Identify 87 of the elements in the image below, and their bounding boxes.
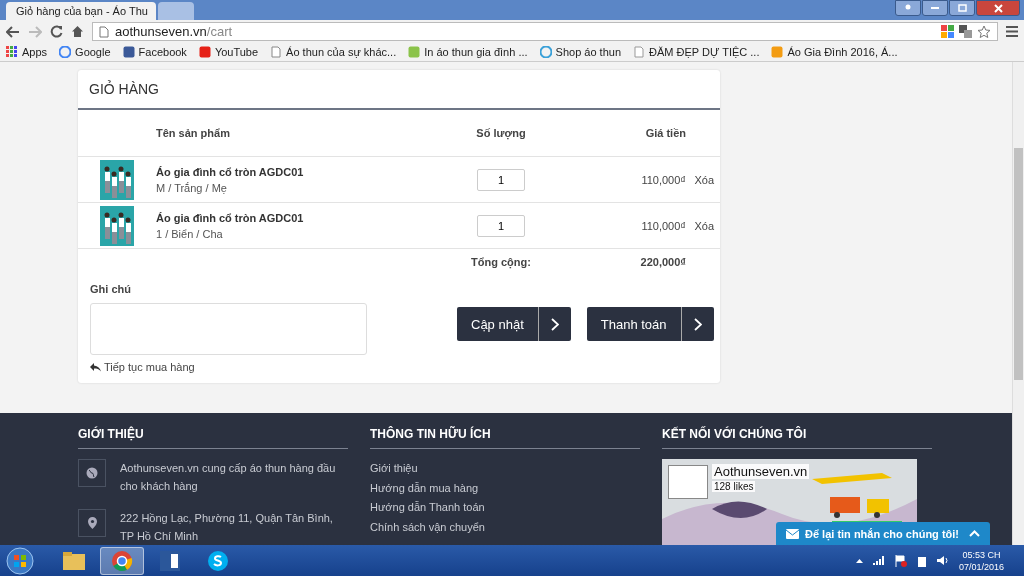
footer-heading: KẾT NỐI VỚI CHÚNG TÔI xyxy=(662,427,932,449)
bookmark-link[interactable]: ĐĂM ĐẸP DỰ TIỆC ... xyxy=(633,46,760,58)
product-name[interactable]: Áo gia đình cổ tròn AGDC01 xyxy=(156,165,426,178)
menu-icon[interactable] xyxy=(1006,26,1018,37)
globe-icon xyxy=(78,459,106,487)
column-header: Giá tiền xyxy=(644,127,686,139)
chrome-icon xyxy=(111,549,133,572)
cart-title: GIỎ HÀNG xyxy=(78,70,720,110)
scrollbar[interactable] xyxy=(1012,62,1024,545)
home-icon[interactable] xyxy=(71,25,84,38)
chevron-up-icon[interactable] xyxy=(855,558,863,563)
apps-grid-icon xyxy=(6,46,18,58)
speaker-icon[interactable] xyxy=(936,555,949,566)
bookmark-link[interactable]: Google xyxy=(59,46,111,58)
footer-link[interactable]: Chính sách vận chuyển xyxy=(370,517,640,537)
reload-icon[interactable] xyxy=(50,25,63,38)
start-orb-icon[interactable] xyxy=(6,546,34,575)
page-icon xyxy=(771,46,784,58)
browser-tab[interactable]: Giỏ hàng của bạn - Áo Thu xyxy=(6,2,156,20)
price: 110,000₫ xyxy=(640,219,686,232)
quantity-field[interactable]: 1 xyxy=(477,168,525,191)
flag-icon[interactable] xyxy=(894,554,907,567)
remove-link[interactable]: Xóa xyxy=(694,219,714,232)
bookmark-link[interactable]: YouTube xyxy=(198,46,259,58)
folder-icon xyxy=(62,550,86,571)
location-pin-icon xyxy=(78,509,106,537)
envelope-icon xyxy=(786,528,799,539)
likes-count: 128 likes xyxy=(712,481,756,492)
reply-arrow-icon xyxy=(90,362,101,372)
document-icon xyxy=(159,549,181,572)
product-thumbnail xyxy=(100,205,134,246)
address-bar[interactable]: aothunseven.vn/cart xyxy=(92,22,998,41)
footer-link[interactable]: Hướng dẫn Thanh toán xyxy=(370,498,640,518)
checkout-button[interactable]: Thanh toán xyxy=(586,307,714,341)
star-icon[interactable] xyxy=(977,24,991,39)
footer-heading: THÔNG TIN HỮU ÍCH xyxy=(370,427,640,449)
chevron-up-icon xyxy=(969,530,980,537)
page-name[interactable]: Aothunseven.vn xyxy=(712,464,810,479)
remove-link[interactable]: Xóa xyxy=(694,173,714,186)
bookmark-link[interactable]: Áo thun của sự khác... xyxy=(270,46,397,58)
footer-heading: GIỚI THIỆU xyxy=(78,427,348,449)
quantity-field[interactable]: 1 xyxy=(477,214,525,237)
translate-icon[interactable] xyxy=(959,24,972,38)
signal-icon[interactable] xyxy=(872,556,885,565)
page-icon xyxy=(408,46,421,58)
update-button[interactable]: Cập nhật xyxy=(457,307,571,341)
product-variant: M / Trắng / Mẹ xyxy=(156,181,228,194)
minimize-button[interactable] xyxy=(922,0,948,16)
user-button[interactable] xyxy=(895,0,921,16)
footer-link[interactable]: Hướng dẫn mua hàng xyxy=(370,478,640,498)
column-header: Số lượng xyxy=(475,127,527,139)
clock[interactable]: 05:53 CH 07/01/2016 xyxy=(958,548,1018,573)
bookmark-link[interactable]: In áo thun gia đình ... xyxy=(408,46,528,58)
note-field[interactable] xyxy=(90,303,367,355)
note-label: Ghi chú xyxy=(90,283,132,295)
back-arrow-icon[interactable] xyxy=(6,25,20,38)
footer-text: 222 Hồng Lạc, Phường 11, Quận Tân Bình, TP Hồ Chí Minh xyxy=(120,511,334,544)
chat-bar[interactable]: Để lại tin nhắn cho chúng tôi! xyxy=(776,522,990,545)
total-price: 220,000₫ xyxy=(639,256,686,268)
footer-text: Aothunseven.vn cung cấp áo thun hàng đầu cho khách hàng xyxy=(120,461,337,494)
bookmark-link[interactable]: Apps xyxy=(6,46,48,58)
product-variant: 1 / Biển / Cha xyxy=(156,227,224,240)
product-name[interactable]: Áo gia đình cổ tròn AGDC01 xyxy=(156,211,426,224)
page-logo xyxy=(668,465,708,499)
price: 110,000₫ xyxy=(640,173,686,186)
close-icon xyxy=(993,3,1003,13)
continue-shopping-link[interactable]: Tiếp tục mua hàng xyxy=(90,361,367,373)
extension-icon[interactable] xyxy=(941,24,954,38)
total-label: Tổng cộng: xyxy=(470,256,532,268)
user-icon xyxy=(904,4,912,12)
taskbar-app[interactable] xyxy=(100,546,144,575)
chevron-right-icon xyxy=(693,317,702,331)
bookmark-link[interactable]: Facebook xyxy=(122,46,187,58)
globe-icon xyxy=(539,46,552,58)
maximize-icon xyxy=(957,4,967,12)
minimize-icon xyxy=(931,7,939,9)
document-icon xyxy=(633,46,645,58)
close-button[interactable] xyxy=(976,0,1020,16)
bookmark-link[interactable]: Áo Gia Đình 2016, Á... xyxy=(771,46,898,58)
chevron-right-icon xyxy=(550,317,559,331)
bookmark-link[interactable]: Shop áo thun xyxy=(539,46,621,58)
maximize-button[interactable] xyxy=(949,0,975,16)
column-header: Tên sản phẩm xyxy=(156,127,231,139)
product-thumbnail xyxy=(100,159,134,200)
footer-link[interactable]: Giới thiệu xyxy=(370,459,640,479)
facebook-icon xyxy=(122,46,135,58)
page-icon xyxy=(99,25,109,38)
